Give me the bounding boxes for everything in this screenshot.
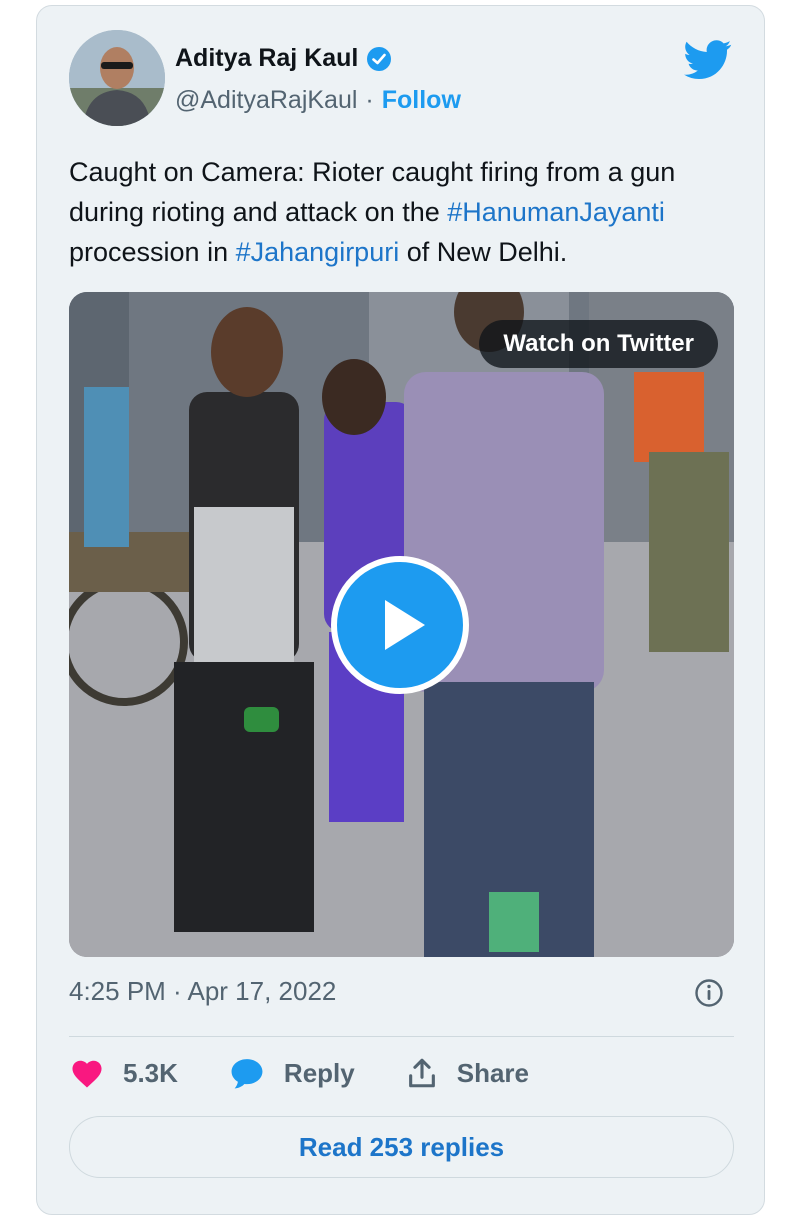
- share-icon: [408, 1058, 435, 1088]
- info-icon[interactable]: [694, 978, 724, 1008]
- like-count: 5.3K: [123, 1057, 178, 1088]
- tweet-text-part: of New Delhi.: [399, 237, 568, 267]
- reply-button[interactable]: Reply: [228, 1056, 355, 1090]
- reply-label: Reply: [283, 1057, 355, 1088]
- tweet-timestamp[interactable]: 4:25 PM · Apr 17, 2022: [69, 976, 336, 1007]
- share-button[interactable]: Share: [405, 1056, 529, 1090]
- hashtag-hanumanjayanti[interactable]: #HanumanJayanti: [447, 197, 665, 227]
- tweet-text: Caught on Camera: Rioter caught firing f…: [69, 152, 739, 272]
- share-label: Share: [456, 1057, 529, 1088]
- play-icon: [385, 600, 425, 650]
- watch-on-twitter-badge[interactable]: Watch on Twitter: [479, 320, 718, 368]
- hashtag-jahangirpuri[interactable]: #Jahangirpuri: [236, 237, 400, 267]
- author-handle[interactable]: @AdityaRajKaul: [175, 86, 357, 115]
- heart-icon: [72, 1060, 102, 1088]
- reply-bubble-icon: [231, 1059, 263, 1089]
- avatar[interactable]: [69, 30, 165, 126]
- verified-badge-icon: [366, 46, 392, 72]
- twitter-bird-icon[interactable]: [684, 40, 732, 80]
- divider: [69, 1036, 734, 1037]
- play-button[interactable]: [331, 556, 469, 694]
- author-name[interactable]: Aditya Raj Kaul: [175, 44, 358, 73]
- video-thumbnail[interactable]: Watch on Twitter: [69, 292, 734, 957]
- follow-button[interactable]: Follow: [382, 86, 461, 115]
- handle-separator: ·: [365, 86, 374, 114]
- tweet-actions: 5.3K Reply Share: [69, 1056, 579, 1090]
- tweet-text-part: procession in: [69, 237, 236, 267]
- tweet-card: Aditya Raj Kaul @AdityaRajKaul · Follow …: [36, 5, 765, 1215]
- read-replies-button[interactable]: Read 253 replies: [69, 1116, 734, 1178]
- like-button[interactable]: 5.3K: [69, 1057, 178, 1089]
